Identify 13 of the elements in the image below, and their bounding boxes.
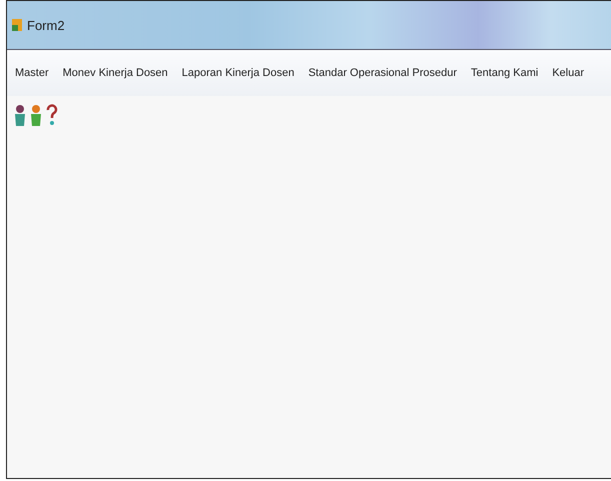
menu-item[interactable]: Monev Kinerja Dosen (62, 65, 168, 81)
toolbar-button[interactable] (13, 104, 27, 126)
help-icon (45, 104, 59, 126)
menu-item[interactable]: Master (15, 65, 49, 81)
window-title: Form2 (27, 18, 65, 32)
person-icon (13, 104, 27, 126)
toolbar-button[interactable] (45, 104, 59, 126)
person-icon (29, 104, 43, 126)
menu-item[interactable]: Standar Operasional Prosedur (308, 65, 457, 81)
menu-item[interactable]: Laporan Kinerja Dosen (182, 65, 294, 81)
menu-item[interactable]: Tentang Kami (470, 65, 538, 81)
menu-item[interactable]: Keluar (552, 65, 584, 81)
app-icon (11, 17, 23, 33)
